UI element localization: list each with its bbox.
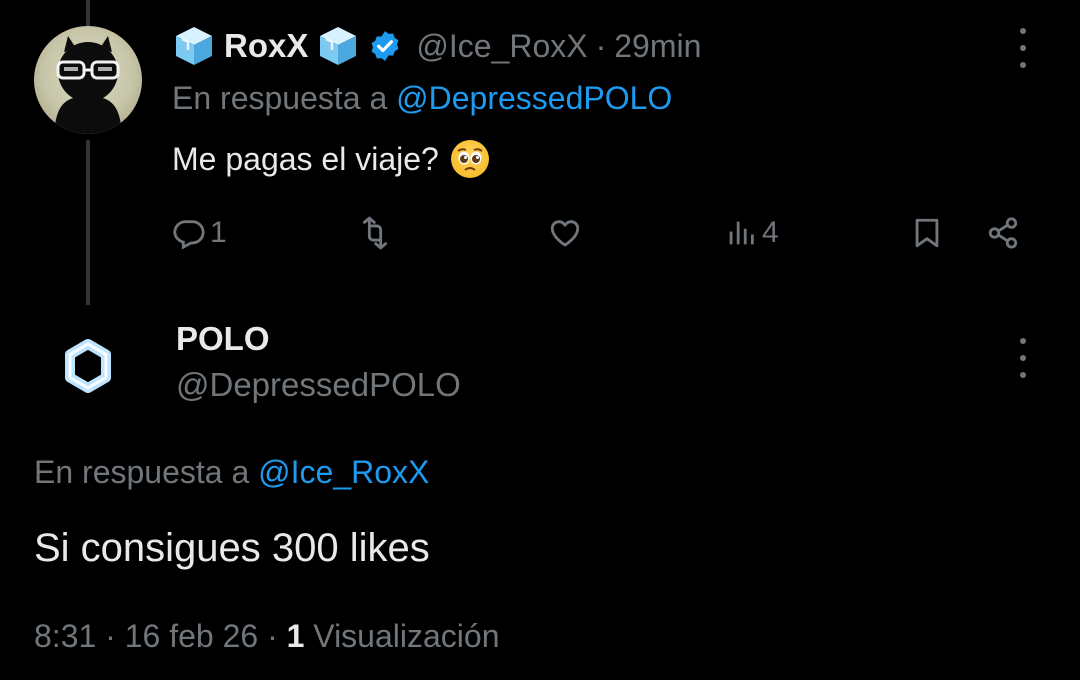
separator: · <box>595 27 607 64</box>
avatar-character-icon <box>54 36 122 134</box>
views-button[interactable]: 4 <box>724 208 779 258</box>
avatar[interactable] <box>34 26 142 134</box>
separator: · <box>267 618 278 654</box>
reply-prefix: En respuesta a <box>172 80 388 116</box>
author-handle[interactable]: @DepressedPOLO <box>176 366 461 404</box>
views-label[interactable]: Visualización <box>313 618 499 654</box>
tweet-actions: 1 4 <box>172 208 1032 258</box>
more-options-button[interactable] <box>1018 338 1028 378</box>
reply-prefix: En respuesta a <box>34 454 250 490</box>
reply-icon <box>173 220 205 250</box>
more-icon <box>1018 338 1028 378</box>
tweet-meta: 8:31 · 16 feb 26 · 1 Visualización <box>34 618 499 655</box>
verified-badge-icon[interactable] <box>368 29 402 63</box>
pleading-face-icon <box>450 140 489 178</box>
reply-to-link[interactable]: @Ice_RoxX <box>258 454 429 490</box>
analytics-icon <box>729 221 754 245</box>
avatar[interactable] <box>42 320 134 412</box>
author-handle[interactable]: @Ice_RoxX <box>416 28 587 65</box>
display-name[interactable]: RoxX <box>224 27 308 65</box>
ice-cube-icon <box>176 27 212 65</box>
reply-button[interactable]: 1 <box>172 208 227 258</box>
timestamp[interactable]: 29min <box>614 28 701 65</box>
reply-count: 1 <box>210 216 227 249</box>
date[interactable]: 16 feb 26 <box>125 618 258 654</box>
bookmark-icon <box>915 218 939 248</box>
bookmark-button[interactable] <box>910 208 944 258</box>
views-number[interactable]: 1 <box>287 618 305 654</box>
repost-button[interactable] <box>358 208 392 258</box>
hexagon-logo-icon <box>65 339 111 393</box>
like-button[interactable] <box>548 208 582 258</box>
tweet-text: Me pagas el viaje? <box>172 140 489 178</box>
separator: · <box>105 618 116 654</box>
ice-cube-icon <box>320 27 357 65</box>
more-icon <box>1018 28 1028 68</box>
tweet-body: Si consigues 300 likes <box>34 526 430 570</box>
tweet-body: Me pagas el viaje? <box>172 140 439 177</box>
reply-context: En respuesta a @DepressedPOLO <box>172 80 672 117</box>
thread-line <box>86 140 90 305</box>
timestamp[interactable]: 8:31 <box>34 618 96 654</box>
heart-icon <box>550 220 580 247</box>
reply-context: En respuesta a @Ice_RoxX <box>34 454 429 491</box>
more-options-button[interactable] <box>1018 28 1028 68</box>
thread-line-top <box>86 0 90 26</box>
display-name[interactable]: POLO <box>176 320 270 358</box>
repost-icon <box>362 216 388 250</box>
tweet-header: RoxX @Ice_RoxX · 29min <box>172 24 701 68</box>
view-count: 4 <box>762 216 779 249</box>
share-icon <box>988 217 1018 249</box>
share-button[interactable] <box>986 208 1020 258</box>
reply-to-link[interactable]: @DepressedPOLO <box>396 80 672 116</box>
